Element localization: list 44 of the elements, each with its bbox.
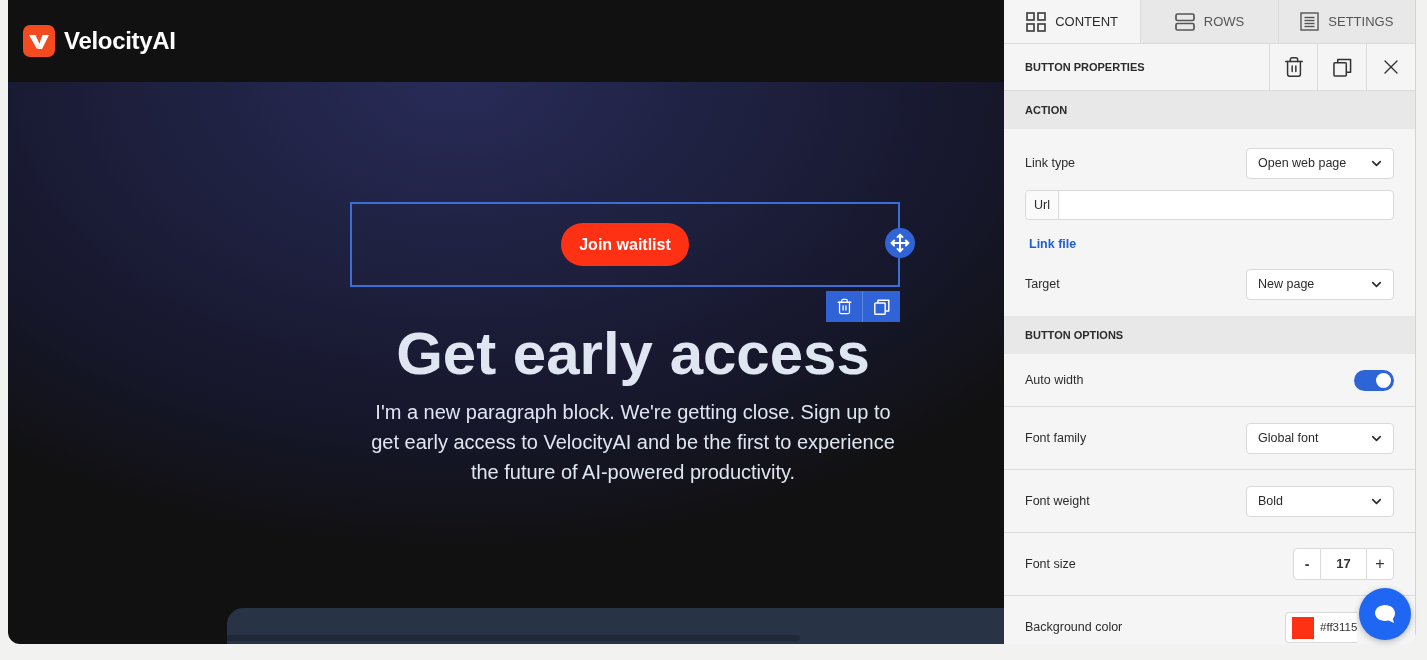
duplicate-button[interactable]	[863, 291, 900, 322]
delete-button[interactable]	[826, 291, 863, 322]
grid-icon	[1026, 11, 1047, 32]
horizontal-scrollbar[interactable]	[227, 635, 800, 641]
url-field[interactable]: Url	[1025, 190, 1394, 220]
logo-icon	[23, 25, 55, 57]
field-label: Link type	[1025, 155, 1076, 173]
field-label: Font size	[1025, 555, 1076, 573]
color-value: #ff3115	[1320, 619, 1358, 635]
copy-icon	[873, 298, 890, 315]
chat-bubble-icon	[1374, 604, 1396, 624]
field-label: Font weight	[1025, 492, 1090, 510]
section-header: ACTION	[1004, 91, 1415, 129]
document-lines-icon	[1300, 12, 1320, 31]
font-size-field[interactable]: 17	[1321, 548, 1366, 580]
field-label: Background color	[1025, 619, 1123, 637]
link-file-link[interactable]: Link file	[1029, 236, 1077, 252]
toggle-switch[interactable]	[1354, 369, 1394, 391]
tab[interactable]: SETTINGS	[1278, 0, 1415, 43]
field-label: Font family	[1025, 429, 1087, 447]
brand-name: VelocityAI	[64, 26, 176, 56]
dropdown-select[interactable]: Open web page	[1246, 148, 1394, 179]
move-handle[interactable]	[885, 228, 915, 258]
url-label: Url	[1026, 191, 1059, 219]
dropdown-select[interactable]: Bold	[1246, 485, 1394, 517]
decrement-button[interactable]: -	[1293, 548, 1321, 580]
hero-paragraph: I'm a new paragraph block. We're getting close. Sign up to get early access to VelocityAI and be the first to experience the future of AI-powered productivity.	[370, 400, 896, 485]
dropdown-select[interactable]: New page	[1246, 269, 1394, 300]
move-icon	[890, 233, 910, 253]
copy-icon	[1332, 57, 1352, 77]
trash-icon	[1282, 56, 1305, 78]
field-label: Target	[1025, 276, 1060, 294]
selection-outline[interactable]: Join waitlist	[350, 202, 900, 287]
tab[interactable]: ROWS	[1141, 0, 1279, 43]
increment-button[interactable]: +	[1366, 548, 1394, 580]
cta-button[interactable]: Join waitlist	[561, 223, 689, 266]
stacked-rows-icon	[1174, 12, 1195, 31]
color-field[interactable]: #ff3115	[1285, 612, 1357, 643]
field-label: Auto width	[1025, 371, 1084, 389]
trash-icon	[835, 298, 853, 315]
panel-title: BUTTON PROPERTIES	[1024, 59, 1146, 75]
section-header: BUTTON OPTIONS	[1004, 316, 1415, 354]
dropdown-select[interactable]: Global font	[1246, 422, 1394, 454]
hero-heading: Get early access	[396, 324, 870, 384]
